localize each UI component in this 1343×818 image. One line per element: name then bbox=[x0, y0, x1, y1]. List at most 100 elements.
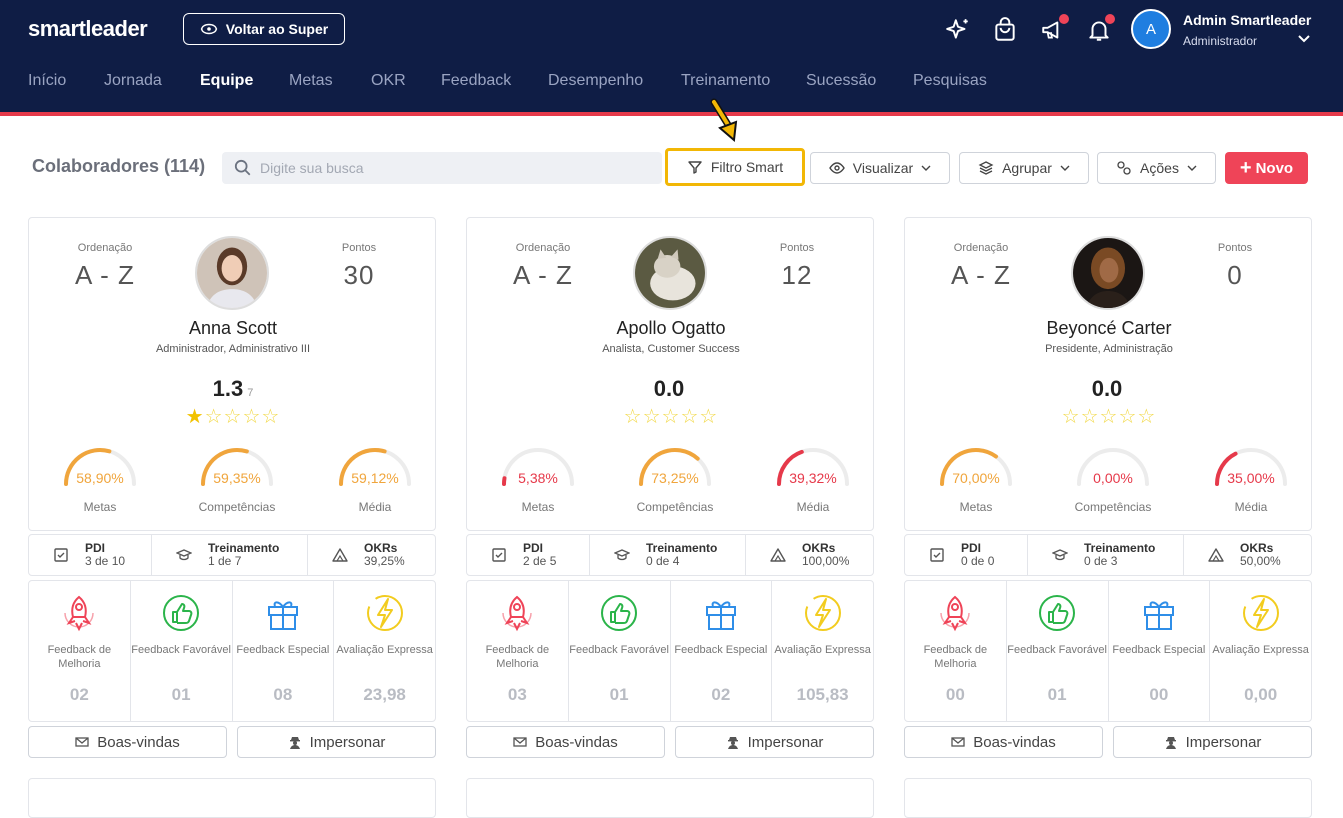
nav-item[interactable]: Início bbox=[28, 72, 66, 90]
welcome-button[interactable]: Boas-vindas bbox=[904, 726, 1103, 758]
feedback-tile[interactable]: Feedback Favorável 01 bbox=[131, 581, 233, 721]
feedback-tile[interactable]: Feedback de Melhoria 00 bbox=[905, 581, 1007, 721]
training-value: 0 de 3 bbox=[1084, 554, 1118, 568]
nav-item[interactable]: OKR bbox=[371, 72, 406, 90]
actions-button[interactable]: Ações bbox=[1097, 152, 1216, 184]
feedback-tile[interactable]: Feedback Especial 00 bbox=[1109, 581, 1211, 721]
welcome-button[interactable]: Boas-vindas bbox=[466, 726, 665, 758]
app-logo[interactable]: smartleader bbox=[28, 16, 148, 42]
user-avatar[interactable]: A bbox=[1131, 9, 1171, 49]
pdi-stat[interactable]: PDI 3 de 10 bbox=[29, 535, 152, 575]
group-label: Agrupar bbox=[1002, 160, 1052, 176]
feedback-tile[interactable]: Avaliação Expressa 0,00 bbox=[1210, 581, 1311, 721]
feedback-tile[interactable]: Feedback Favorável 01 bbox=[1007, 581, 1109, 721]
stats-row: PDI 2 de 5 Treinamento 0 de 4 OKRs 100,00% bbox=[466, 534, 874, 576]
nav-item[interactable]: Sucessão bbox=[806, 72, 876, 90]
gauge-label: Média bbox=[358, 500, 392, 514]
employee-name[interactable]: Anna Scott bbox=[29, 318, 437, 339]
chevron-down-icon[interactable] bbox=[1297, 32, 1311, 46]
nav-item[interactable]: Equipe bbox=[200, 72, 253, 90]
feedback-tile[interactable]: Feedback de Melhoria 03 bbox=[467, 581, 569, 721]
feedback-label: Feedback de Melhoria bbox=[923, 644, 988, 670]
gift-icon bbox=[267, 601, 298, 630]
points-label: Pontos bbox=[1217, 242, 1253, 254]
pdi-stat[interactable]: PDI 2 de 5 bbox=[467, 535, 590, 575]
impersonate-button[interactable]: Impersonar bbox=[237, 726, 436, 758]
employee-card[interactable] bbox=[904, 778, 1312, 818]
employee-card[interactable]: Ordenação A - Z Pontos 0 Beyoncé Carter … bbox=[904, 217, 1312, 531]
search-box[interactable] bbox=[222, 152, 662, 184]
feedback-label: Feedback de Melhoria bbox=[485, 644, 550, 670]
feedback-tile[interactable]: Feedback Favorável 01 bbox=[569, 581, 671, 721]
avatar[interactable] bbox=[1071, 236, 1145, 310]
rocket-icon bbox=[940, 595, 971, 632]
bell-icon[interactable] bbox=[1085, 14, 1115, 44]
triangle-icon bbox=[1208, 548, 1224, 562]
gauge-value: 35,00% bbox=[1227, 470, 1275, 486]
employee-name[interactable]: Apollo Ogatto bbox=[467, 318, 875, 339]
feedback-tile[interactable]: Feedback Especial 02 bbox=[671, 581, 773, 721]
okrs-stat[interactable]: OKRs 50,00% bbox=[1184, 535, 1311, 575]
employee-role: Presidente, Administração bbox=[1045, 343, 1173, 355]
nav-item[interactable]: Jornada bbox=[104, 72, 162, 90]
search-input[interactable] bbox=[260, 160, 640, 176]
nav-item[interactable]: Metas bbox=[289, 72, 333, 90]
training-stat[interactable]: Treinamento 1 de 7 bbox=[152, 535, 308, 575]
avatar[interactable] bbox=[633, 236, 707, 310]
okrs-stat[interactable]: OKRs 100,00% bbox=[746, 535, 873, 575]
nav-item[interactable]: Treinamento bbox=[681, 72, 770, 90]
sparkles-icon[interactable] bbox=[944, 16, 972, 44]
training-stat[interactable]: Treinamento 0 de 3 bbox=[1028, 535, 1184, 575]
gauge: 58,90% Metas bbox=[55, 440, 145, 520]
new-label: Novo bbox=[1255, 159, 1294, 177]
employee-card[interactable]: Ordenação A - Z Pontos 30 Anna Scott Adm… bbox=[28, 217, 436, 531]
back-to-super-label: Voltar ao Super bbox=[225, 21, 329, 37]
megaphone-icon[interactable] bbox=[1039, 14, 1069, 44]
pdi-stat[interactable]: PDI 0 de 0 bbox=[905, 535, 1028, 575]
ordering-value: A - Z bbox=[951, 260, 1011, 290]
thumbs-up-icon bbox=[1039, 595, 1076, 631]
back-to-super-button[interactable]: Voltar ao Super bbox=[183, 13, 345, 45]
feedback-label: Feedback de Melhoria bbox=[47, 644, 112, 670]
welcome-label: Boas-vindas bbox=[535, 733, 618, 751]
gauge-label: Metas bbox=[83, 500, 117, 514]
feedback-tile[interactable]: Avaliação Expressa 105,83 bbox=[772, 581, 873, 721]
nav-item[interactable]: Pesquisas bbox=[913, 72, 987, 90]
okrs-value: 39,25% bbox=[364, 554, 405, 568]
page-title: Colaboradores (114) bbox=[32, 156, 206, 176]
user-name[interactable]: Admin Smartleader bbox=[1183, 12, 1311, 28]
nav-item[interactable]: Feedback bbox=[441, 72, 511, 90]
feedback-label: Feedback Especial bbox=[1112, 644, 1206, 656]
nav-item[interactable]: Desempenho bbox=[548, 72, 643, 90]
impersonate-button[interactable]: Impersonar bbox=[1113, 726, 1312, 758]
feedback-tile[interactable]: Avaliação Expressa 23,98 bbox=[334, 581, 435, 721]
group-button[interactable]: Agrupar bbox=[959, 152, 1089, 184]
shopping-bag-icon[interactable] bbox=[991, 16, 1019, 44]
mail-icon bbox=[75, 737, 89, 747]
gauge-label: Metas bbox=[959, 500, 993, 514]
training-stat[interactable]: Treinamento 0 de 4 bbox=[590, 535, 746, 575]
pdi-value: 2 de 5 bbox=[523, 554, 557, 568]
impersonate-label: Impersonar bbox=[1185, 733, 1262, 751]
okrs-value: 50,00% bbox=[1240, 554, 1281, 568]
employee-card[interactable]: Ordenação A - Z Pontos 12 Apollo Ogatto … bbox=[466, 217, 874, 531]
new-button[interactable]: + Novo bbox=[1225, 152, 1308, 184]
employee-card[interactable] bbox=[28, 778, 436, 818]
welcome-button[interactable]: Boas-vindas bbox=[28, 726, 227, 758]
okrs-stat[interactable]: OKRs 39,25% bbox=[308, 535, 435, 575]
training-value: 0 de 4 bbox=[646, 554, 680, 568]
feedback-value: 00 bbox=[945, 685, 965, 704]
ordering-label: Ordenação bbox=[77, 242, 133, 254]
avatar[interactable] bbox=[195, 236, 269, 310]
feedback-value: 03 bbox=[507, 685, 527, 704]
pdi-value: 0 de 0 bbox=[961, 554, 995, 568]
score-value: 1.3 bbox=[212, 376, 244, 401]
feedback-tile[interactable]: Feedback Especial 08 bbox=[233, 581, 335, 721]
view-button[interactable]: Visualizar bbox=[810, 152, 950, 184]
employee-card[interactable] bbox=[466, 778, 874, 818]
employee-name[interactable]: Beyoncé Carter bbox=[905, 318, 1313, 339]
gauge: 70,00% Metas bbox=[931, 440, 1021, 520]
feedback-tile[interactable]: Feedback de Melhoria 02 bbox=[29, 581, 131, 721]
smart-filter-button[interactable]: Filtro Smart bbox=[665, 148, 805, 186]
impersonate-button[interactable]: Impersonar bbox=[675, 726, 874, 758]
